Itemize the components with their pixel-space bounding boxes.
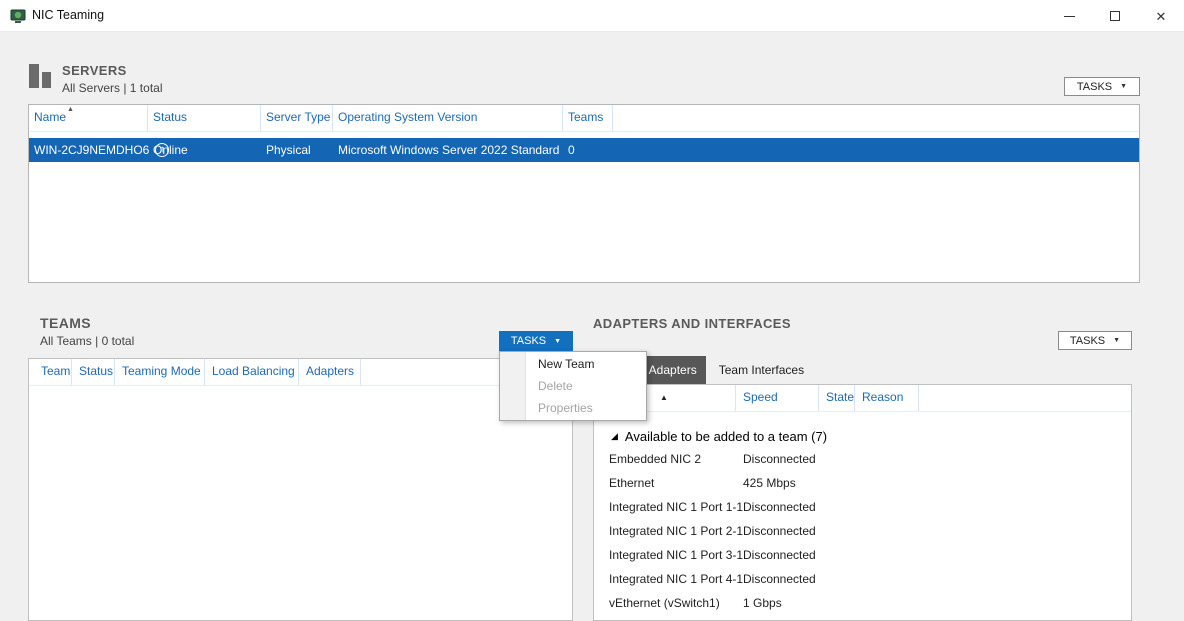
- servers-table: Name ▲ Status Server Type Operating Syst…: [28, 104, 1140, 283]
- column-header-server-type[interactable]: Server Type: [261, 105, 333, 131]
- column-header-status[interactable]: Status: [148, 105, 261, 131]
- adapter-name: Integrated NIC 1 Port 4-1: [594, 572, 736, 586]
- menu-item-properties: Properties: [500, 397, 646, 419]
- menu-item-new-team[interactable]: New Team: [500, 353, 646, 375]
- adapter-name: Integrated NIC 1 Port 2-1: [594, 524, 736, 538]
- menu-item-delete: Delete: [500, 375, 646, 397]
- column-header-os-version[interactable]: Operating System Version: [333, 105, 563, 131]
- chevron-down-icon: ▼: [554, 338, 561, 345]
- column-header-team[interactable]: Team: [29, 359, 72, 385]
- column-header-load-balancing[interactable]: Load Balancing: [205, 359, 299, 385]
- adapters-tasks-button[interactable]: TASKS ▼: [1058, 331, 1132, 350]
- adapter-row[interactable]: Integrated NIC 1 Port 4-1 Disconnected: [594, 567, 1131, 591]
- teams-tasks-label: TASKS: [511, 335, 546, 347]
- servers-subheading: All Servers | 1 total: [62, 81, 163, 95]
- column-header-teams[interactable]: Teams: [563, 105, 613, 131]
- maximize-button[interactable]: [1092, 0, 1138, 32]
- adapter-name: Integrated NIC 1 Port 3-1: [594, 548, 736, 562]
- teams-subheading: All Teams | 0 total: [40, 334, 134, 348]
- adapters-heading: ADAPTERS AND INTERFACES: [593, 316, 791, 331]
- sort-ascending-icon: ▲: [660, 393, 668, 402]
- teams-table-header: Team Status Teaming Mode Load Balancing …: [29, 359, 572, 386]
- column-header-name[interactable]: Name ▲: [29, 105, 148, 131]
- adapter-row[interactable]: vEthernet (vSwitch1) 1 Gbps: [594, 591, 1131, 615]
- column-header-teaming-mode[interactable]: Teaming Mode: [115, 359, 205, 385]
- adapter-speed: 1 Gbps: [736, 596, 1131, 610]
- column-header-filler: [919, 385, 1131, 411]
- adapter-speed: Disconnected: [736, 548, 1131, 562]
- adapter-speed: Disconnected: [736, 572, 1131, 586]
- servers-tasks-button[interactable]: TASKS ▼: [1064, 77, 1140, 96]
- app-icon: [10, 8, 26, 24]
- adapter-speed: 425 Mbps: [736, 476, 1131, 490]
- close-button[interactable]: ✕: [1138, 0, 1184, 32]
- adapters-tasks-label: TASKS: [1070, 335, 1105, 347]
- adapter-name: vEthernet (vSwitch1): [594, 596, 736, 610]
- adapter-row[interactable]: Integrated NIC 1 Port 3-1 Disconnected: [594, 543, 1131, 567]
- adapter-name: Ethernet: [594, 476, 736, 490]
- servers-heading: SERVERS: [62, 63, 127, 78]
- server-type: Physical: [261, 143, 333, 157]
- close-icon: ✕: [1156, 10, 1167, 23]
- column-header-adapters[interactable]: Adapters: [299, 359, 361, 385]
- teams-tasks-menu: New Team Delete Properties: [499, 351, 647, 421]
- server-name: WIN-2CJ9NEMDHO6: [34, 143, 149, 157]
- server-teams-count: 0: [563, 143, 613, 157]
- window-title: NIC Teaming: [32, 8, 104, 22]
- teams-table: Team Status Teaming Mode Load Balancing …: [28, 358, 573, 621]
- server-os-version: Microsoft Windows Server 2022 Standard: [333, 143, 563, 157]
- server-row-selected[interactable]: WIN-2CJ9NEMDHO6 ↑ Online Physical Micros…: [29, 138, 1139, 162]
- adapter-row[interactable]: Integrated NIC 1 Port 1-1 Disconnected: [594, 495, 1131, 519]
- adapter-name: Integrated NIC 1 Port 1-1: [594, 500, 736, 514]
- minimize-icon: [1064, 16, 1075, 17]
- adapter-row[interactable]: Ethernet 425 Mbps: [594, 471, 1131, 495]
- chevron-down-icon: ▼: [1120, 83, 1127, 90]
- adapters-tabs: Network Adapters Team Interfaces: [593, 356, 1132, 384]
- group-label: Available to be added to a team (7): [625, 429, 827, 444]
- sort-ascending-icon: ▲: [67, 106, 74, 113]
- title-bar: NIC Teaming ✕: [0, 0, 1184, 32]
- window-controls: ✕: [1046, 0, 1184, 32]
- maximize-icon: [1110, 11, 1120, 21]
- column-header-reason[interactable]: Reason: [855, 385, 919, 411]
- server-status: Online: [148, 143, 261, 157]
- column-header-state[interactable]: State: [819, 385, 855, 411]
- adapter-rows: Embedded NIC 2 Disconnected Ethernet 425…: [594, 447, 1131, 615]
- nic-teaming-window: NIC Teaming ✕ SERVERS All Servers | 1 to…: [0, 0, 1184, 621]
- adapters-panel: ▲ Speed State Reason ◢ Available to be a…: [593, 384, 1132, 621]
- minimize-button[interactable]: [1046, 0, 1092, 32]
- servers-tile-icon: [28, 63, 54, 89]
- servers-table-header: Name ▲ Status Server Type Operating Syst…: [29, 105, 1139, 132]
- column-header-team-status[interactable]: Status: [72, 359, 115, 385]
- adapter-speed: Disconnected: [736, 500, 1131, 514]
- tab-team-interfaces[interactable]: Team Interfaces: [710, 356, 813, 384]
- servers-tasks-label: TASKS: [1077, 81, 1112, 93]
- adapter-row[interactable]: Integrated NIC 1 Port 2-1 Disconnected: [594, 519, 1131, 543]
- teams-heading: TEAMS: [40, 315, 91, 331]
- teams-tasks-button[interactable]: TASKS ▼: [499, 331, 573, 351]
- adapter-speed: Disconnected: [736, 524, 1131, 538]
- adapter-row[interactable]: Embedded NIC 2 Disconnected: [594, 447, 1131, 471]
- column-header-filler: [613, 105, 1139, 131]
- chevron-down-icon: ▼: [1113, 337, 1120, 344]
- adapters-table-header: ▲ Speed State Reason: [594, 385, 1131, 412]
- group-expanded-icon: ◢: [611, 431, 618, 442]
- column-header-speed[interactable]: Speed: [736, 385, 819, 411]
- adapter-name: Embedded NIC 2: [594, 452, 736, 466]
- adapter-speed: Disconnected: [736, 452, 1131, 466]
- adapter-group-header[interactable]: ◢ Available to be added to a team (7): [594, 425, 1131, 447]
